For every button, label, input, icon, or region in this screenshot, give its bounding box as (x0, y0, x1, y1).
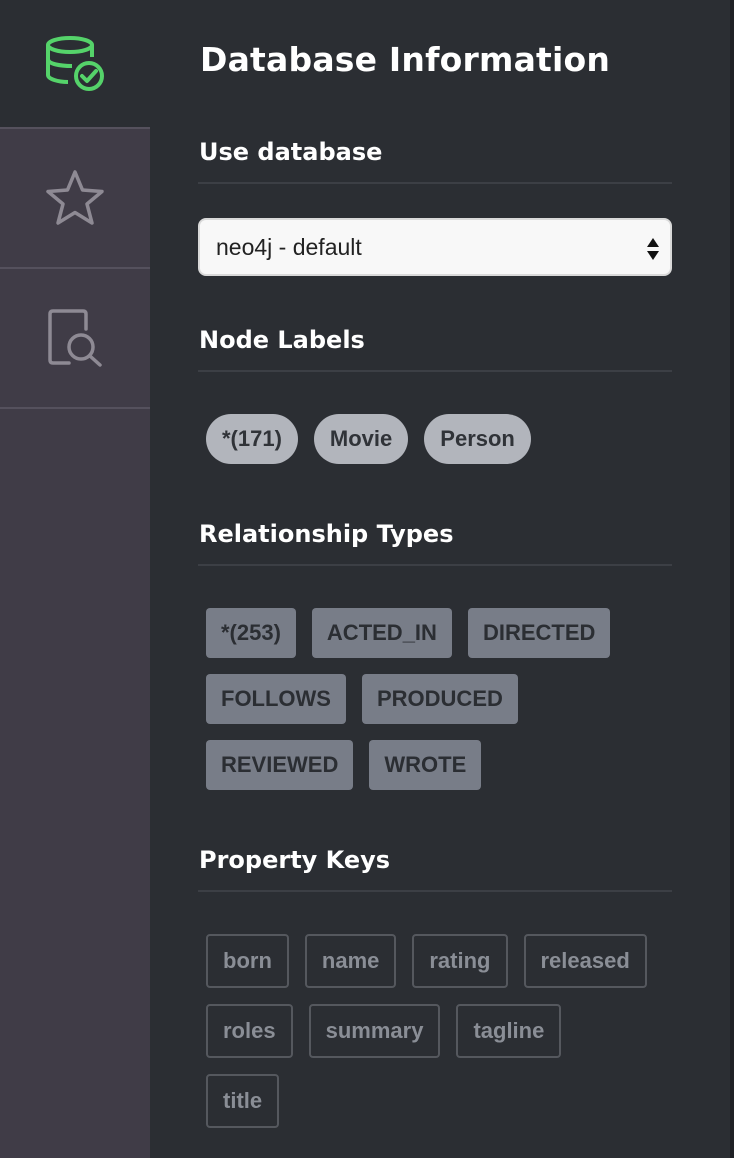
document-search-icon (48, 309, 102, 367)
node-label-chip[interactable]: *(171) (206, 414, 298, 464)
sidebar-item-favorites[interactable] (0, 129, 150, 269)
node-labels-list: *(171) Movie Person (206, 414, 531, 464)
select-arrows-icon (647, 238, 659, 260)
sidebar-item-database[interactable] (0, 0, 150, 129)
property-key-tag[interactable]: summary (308, 1004, 441, 1058)
property-keys-section: Property Keys (198, 846, 672, 892)
property-key-tag[interactable]: rating (412, 934, 508, 988)
relationship-types-row: REVIEWED WROTE (206, 740, 482, 790)
section-divider (198, 182, 672, 184)
relationship-types-section: Relationship Types (198, 520, 672, 566)
use-database-title: Use database (199, 138, 383, 166)
relationship-type-tag[interactable]: WROTE (369, 740, 482, 790)
relationship-type-tag[interactable]: PRODUCED (361, 674, 518, 724)
property-key-tag[interactable]: released (523, 934, 647, 988)
relationship-types-title: Relationship Types (199, 520, 454, 548)
database-icon (46, 35, 104, 91)
section-divider (198, 890, 672, 892)
database-select-value: neo4j - default (216, 233, 362, 260)
property-key-tag[interactable]: title (206, 1074, 280, 1128)
relationship-type-tag[interactable]: FOLLOWS (206, 674, 346, 724)
app-root: Database Information Use database neo4j … (0, 0, 734, 1158)
section-divider (198, 370, 672, 372)
property-keys-row: born name rating released (206, 934, 647, 988)
relationship-type-tag[interactable]: REVIEWED (206, 740, 354, 790)
property-key-tag[interactable]: born (206, 934, 289, 988)
node-label-chip[interactable]: Person (424, 414, 531, 464)
relationship-type-tag[interactable]: DIRECTED (467, 608, 611, 658)
drawer-edge (730, 0, 734, 1158)
relationship-types-row: FOLLOWS PRODUCED (206, 674, 518, 724)
property-key-tag[interactable]: roles (206, 1004, 293, 1058)
relationship-types-row: *(253) ACTED_IN DIRECTED (206, 608, 611, 658)
property-keys-row: title (206, 1074, 280, 1128)
database-select[interactable]: neo4j - default (198, 218, 672, 276)
property-keys-row: roles summary tagline (206, 1004, 562, 1058)
use-database-section: Use database (198, 138, 672, 184)
node-label-chip[interactable]: Movie (313, 414, 409, 464)
section-divider (198, 564, 672, 566)
sidebar-item-documents[interactable] (0, 269, 150, 409)
property-key-tag[interactable]: name (304, 934, 397, 988)
sidebar (0, 0, 150, 1158)
drawer-title: Database Information (200, 40, 611, 79)
node-labels-section: Node Labels (198, 326, 672, 372)
relationship-type-tag[interactable]: ACTED_IN (311, 608, 452, 658)
relationship-type-tag[interactable]: *(253) (206, 608, 296, 658)
node-labels-title: Node Labels (199, 326, 365, 354)
star-icon (46, 170, 104, 225)
property-keys-title: Property Keys (199, 846, 391, 874)
property-key-tag[interactable]: tagline (456, 1004, 562, 1058)
database-info-drawer: Database Information Use database neo4j … (150, 0, 734, 1158)
